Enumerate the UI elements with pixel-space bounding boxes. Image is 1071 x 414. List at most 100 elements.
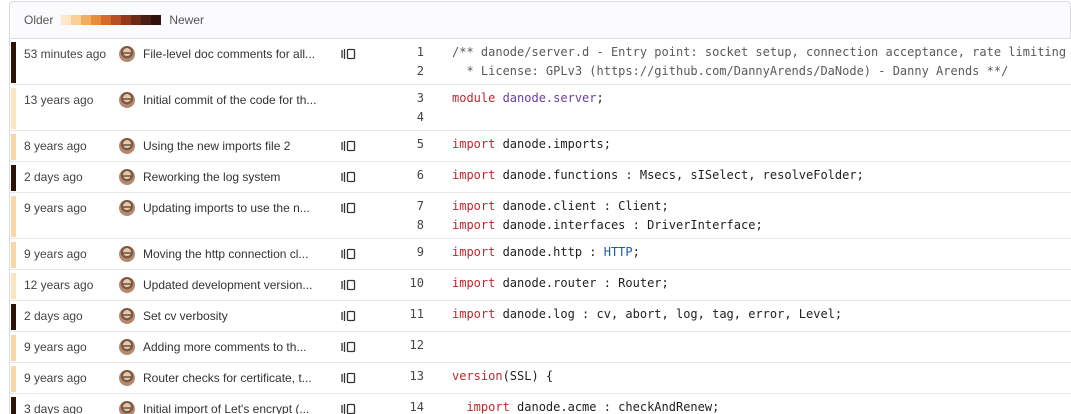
view-blame-prior-icon[interactable] [340, 310, 356, 322]
code-line: import danode.client : Client; [452, 197, 1071, 216]
line-numbers: 13 [384, 367, 424, 386]
blame-row: 53 minutes ago File-level doc comments fo… [10, 39, 1071, 85]
line-number-link[interactable]: 14 [384, 398, 424, 414]
blame-row: 13 years ago Initial commit of the code f… [10, 85, 1071, 131]
blame-row: 8 years ago Using the new imports file 2 5… [10, 131, 1071, 162]
code-token: import [452, 137, 503, 151]
author-avatar[interactable] [119, 91, 135, 108]
commit-message-link[interactable]: Updated development version... [143, 278, 329, 292]
author-avatar[interactable] [119, 369, 135, 386]
code-line: import danode.log : cv, abort, log, tag,… [452, 305, 1071, 324]
commit-info: 53 minutes ago File-level doc comments fo… [16, 39, 384, 68]
view-blame-prior-icon[interactable] [340, 279, 356, 291]
line-number-link[interactable]: 4 [384, 108, 424, 127]
legend-swatch [71, 15, 82, 25]
line-number-link[interactable]: 5 [384, 135, 424, 154]
commit-age: 8 years ago [24, 138, 87, 153]
commit-message-link[interactable]: Router checks for certificate, t... [143, 371, 329, 385]
line-number-link[interactable]: 12 [384, 336, 424, 355]
line-number-link[interactable]: 2 [384, 62, 424, 81]
commit-info: 9 years ago Router checks for certificate… [16, 363, 384, 392]
view-blame-prior-icon[interactable] [340, 372, 356, 384]
age-legend: Older Newer [9, 1, 1071, 38]
commit-message-link[interactable]: Initial commit of the code for th... [143, 93, 329, 107]
code-line: version(SSL) { [452, 367, 1071, 386]
code-token: import [452, 168, 503, 182]
commit-age: 2 days ago [24, 169, 83, 184]
author-avatar[interactable] [119, 245, 135, 262]
code-token: import [452, 400, 518, 414]
blame-row: 2 days ago Reworking the log system 6 impor… [10, 162, 1071, 193]
commit-message-link[interactable]: Adding more comments to th... [143, 340, 329, 354]
view-blame-prior-icon[interactable] [340, 248, 356, 260]
code-token: ; [632, 245, 640, 259]
legend-older-label: Older [24, 13, 54, 27]
code-block: import danode.router : Router; [452, 274, 1071, 293]
author-avatar[interactable] [119, 276, 135, 293]
commit-message-link[interactable]: File-level doc comments for all... [143, 47, 329, 61]
legend-swatch [131, 15, 142, 25]
code-token: danode.imports; [502, 137, 611, 151]
code-block: import danode.log : cv, abort, log, tag,… [452, 305, 1071, 324]
code-token: version [452, 369, 503, 383]
commit-message-link[interactable]: Initial import of Let's encrypt (... [143, 402, 329, 414]
author-avatar[interactable] [119, 338, 135, 355]
author-avatar[interactable] [119, 400, 135, 414]
code-token: HTTP [603, 245, 633, 259]
line-number-link[interactable]: 3 [384, 89, 424, 108]
code-token: danode.functions : Msecs, sISelect, reso… [502, 168, 864, 182]
code-block: import danode.imports; [452, 135, 1071, 154]
blame-row: 3 days ago Initial import of Let's encryp… [10, 394, 1071, 414]
commit-message-link[interactable]: Updating imports to use the n... [143, 201, 329, 215]
line-number-link[interactable]: 1 [384, 43, 424, 62]
blame-view: 53 minutes ago File-level doc comments fo… [9, 38, 1071, 414]
legend-swatch [101, 15, 112, 25]
legend-swatch [61, 15, 72, 25]
blame-row: 9 years ago Moving the http connection cl… [10, 239, 1071, 270]
line-numbers: 11 [384, 305, 424, 324]
legend-swatch [91, 15, 102, 25]
view-blame-prior-icon[interactable] [340, 202, 356, 214]
code-line: import danode.imports; [452, 135, 1071, 154]
code-token: danode.server [502, 91, 597, 105]
commit-age: 13 years ago [24, 92, 94, 107]
commit-message-link[interactable]: Moving the http connection cl... [143, 247, 329, 261]
code-line: import danode.http : HTTP; [452, 243, 1071, 262]
code-block: import danode.acme : checkAndRenew; [452, 398, 1071, 414]
view-blame-prior-icon[interactable] [340, 171, 356, 183]
line-number-link[interactable]: 6 [384, 166, 424, 185]
author-avatar[interactable] [119, 307, 135, 324]
legend-swatch [151, 15, 162, 25]
line-number-link[interactable]: 13 [384, 367, 424, 386]
view-blame-prior-icon[interactable] [340, 403, 356, 414]
line-number-link[interactable]: 10 [384, 274, 424, 293]
commit-message-link[interactable]: Reworking the log system [143, 170, 329, 184]
line-number-link[interactable]: 11 [384, 305, 424, 324]
commit-info: 9 years ago Moving the http connection cl… [16, 239, 384, 268]
blame-row: 9 years ago Updating imports to use the n… [10, 193, 1071, 239]
commit-message-link[interactable]: Using the new imports file 2 [143, 139, 329, 153]
commit-age: 9 years ago [24, 370, 87, 385]
author-avatar[interactable] [119, 199, 135, 216]
author-avatar[interactable] [119, 45, 135, 62]
commit-age: 9 years ago [24, 200, 87, 215]
commit-message-link[interactable]: Set cv verbosity [143, 309, 329, 323]
code-token: danode.interfaces : DriverInterface; [502, 218, 763, 232]
line-numbers: 78 [384, 197, 424, 235]
blame-row: 12 years ago Updated development version.… [10, 270, 1071, 301]
view-blame-prior-icon[interactable] [340, 341, 356, 353]
code-token: danode.client : Client; [502, 199, 669, 213]
blame-row: 9 years ago Adding more comments to th...… [10, 332, 1071, 363]
view-blame-prior-icon[interactable] [340, 48, 356, 60]
line-number-link[interactable]: 9 [384, 243, 424, 262]
code-block: import danode.client : Client; import dan… [452, 197, 1071, 235]
author-avatar[interactable] [119, 137, 135, 154]
code-line: import danode.acme : checkAndRenew; [452, 398, 1071, 414]
author-avatar[interactable] [119, 168, 135, 185]
code-block: /** danode/server.d - Entry point: socke… [452, 43, 1071, 81]
line-number-link[interactable]: 8 [384, 216, 424, 235]
line-number-link[interactable]: 7 [384, 197, 424, 216]
legend-swatch [141, 15, 152, 25]
view-blame-prior-icon[interactable] [340, 140, 356, 152]
